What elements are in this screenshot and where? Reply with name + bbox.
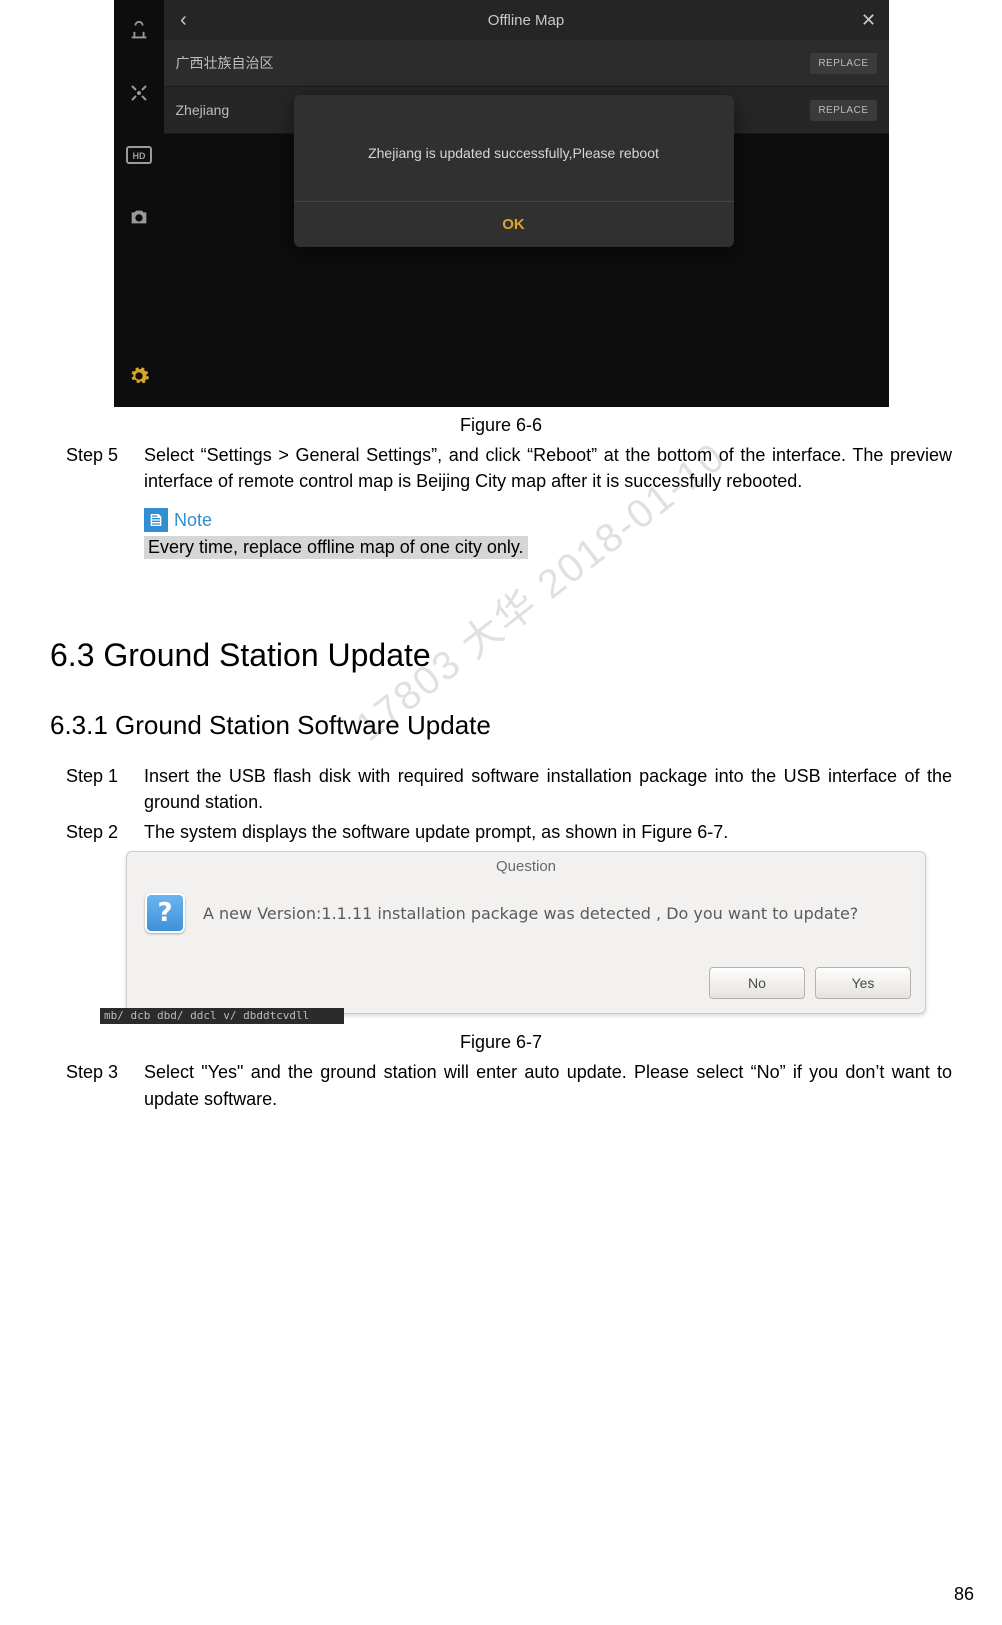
svg-text:HD: HD (132, 151, 145, 161)
map-row-name: Zhejiang (176, 102, 230, 118)
step-label: Step 3 (66, 1059, 144, 1111)
figure-6-7: Question ? A new Version:1.1.11 installa… (126, 851, 926, 1014)
section-6-3-heading: 6.3 Ground Station Update (50, 637, 952, 674)
step-1: Step 1 Insert the USB flash disk with re… (66, 763, 952, 815)
update-success-modal: Zhejiang is updated successfully,Please … (294, 95, 734, 247)
step-text: The system displays the software update … (144, 819, 952, 845)
question-icon: ? (145, 893, 185, 933)
step-label: Step 2 (66, 819, 144, 845)
back-icon[interactable]: ‹ (164, 9, 204, 32)
close-icon[interactable]: ✕ (849, 10, 889, 31)
replace-button[interactable]: REPLACE (810, 100, 876, 121)
map-row-name: 广西壮族自治区 (176, 53, 274, 73)
step-text: Select “Settings > General Settings”, an… (144, 442, 952, 494)
terminal-strip: mb/ dcb dbd/ ddcl v/ dbddtcvdll (100, 1008, 344, 1024)
note-block: Note Every time, replace offline map of … (144, 508, 952, 559)
replace-button[interactable]: REPLACE (810, 53, 876, 74)
antenna-icon[interactable] (126, 18, 152, 44)
fig66-sidebar: HD (114, 0, 164, 407)
figure-6-7-caption: Figure 6-7 (50, 1032, 952, 1053)
camera-icon[interactable] (126, 204, 152, 230)
step-5: Step 5 Select “Settings > General Settin… (66, 442, 952, 494)
note-icon (144, 508, 168, 532)
step-text: Select "Yes" and the ground station will… (144, 1059, 952, 1111)
map-row: 广西壮族自治区 REPLACE (164, 40, 889, 87)
note-label: Note (174, 510, 212, 531)
gear-icon[interactable] (126, 363, 152, 389)
hd-icon[interactable]: HD (126, 142, 152, 168)
page-number: 86 (954, 1584, 974, 1605)
no-button[interactable]: No (709, 967, 805, 999)
ok-button[interactable]: OK (294, 201, 734, 247)
step-text: Insert the USB flash disk with required … (144, 763, 952, 815)
step-label: Step 5 (66, 442, 144, 494)
step-label: Step 1 (66, 763, 144, 815)
dialog-title: Question (127, 852, 925, 875)
note-text: Every time, replace offline map of one c… (144, 536, 528, 559)
figure-6-6: HD ‹ Offline Map ✕ 广西壮族自治区 REPLACE Zheji… (114, 0, 889, 407)
step-3: Step 3 Select "Yes" and the ground stati… (66, 1059, 952, 1111)
modal-message: Zhejiang is updated successfully,Please … (294, 95, 734, 201)
drone-icon[interactable] (126, 80, 152, 106)
fig66-title: Offline Map (204, 12, 849, 29)
yes-button[interactable]: Yes (815, 967, 911, 999)
dialog-message: A new Version:1.1.11 installation packag… (203, 904, 858, 923)
fig66-header: ‹ Offline Map ✕ (164, 0, 889, 40)
section-6-3-1-heading: 6.3.1 Ground Station Software Update (50, 710, 952, 741)
figure-6-6-caption: Figure 6-6 (50, 415, 952, 436)
step-2: Step 2 The system displays the software … (66, 819, 952, 845)
